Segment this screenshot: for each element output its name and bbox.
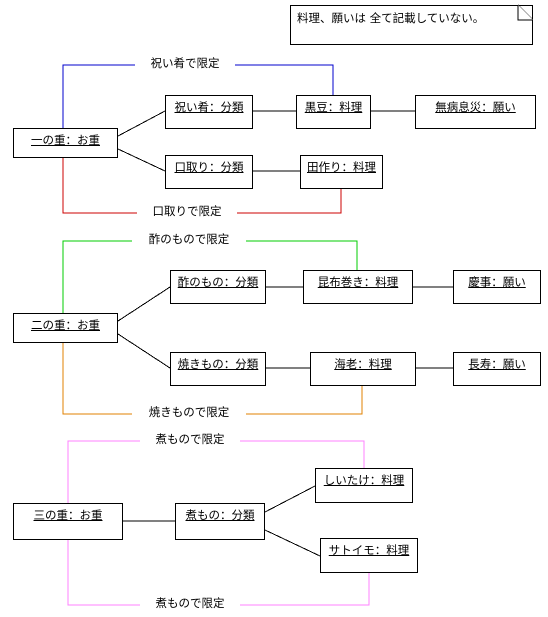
node-label: 慶事：願い <box>468 275 526 289</box>
note-box: 料理、願いは 全て記載していない。 <box>290 5 533 45</box>
node-tier3-dish-1[interactable]: サトイモ：料理 <box>320 538 418 573</box>
constraint-label-tier3-0: 煮もので限定 <box>140 433 240 446</box>
node-label: 無病息災：願い <box>435 100 516 114</box>
node-label: 一の重：お重 <box>31 133 100 147</box>
node-tier3-category-0[interactable]: 煮もの：分類 <box>175 503 265 540</box>
node-label: 海老：料理 <box>334 357 392 371</box>
node-tier1-root[interactable]: 一の重：お重 <box>13 128 118 158</box>
diagram-canvas: 料理、願いは 全て記載していない。 一の重：お重 祝い肴：分類 口取り：分類 黒… <box>0 0 548 617</box>
node-label: 焼きもの：分類 <box>177 357 259 371</box>
node-label: 二の重：お重 <box>31 318 100 332</box>
node-tier2-dish-0[interactable]: 昆布巻き：料理 <box>303 270 413 304</box>
node-tier1-dish-1[interactable]: 田作り：料理 <box>300 155 383 189</box>
node-tier2-category-0[interactable]: 酢のもの：分類 <box>170 270 266 304</box>
node-tier3-dish-0[interactable]: しいたけ：料理 <box>315 468 413 503</box>
node-label: 田作り：料理 <box>307 160 376 174</box>
node-tier2-root[interactable]: 二の重：お重 <box>13 313 118 343</box>
note-text: 料理、願いは 全て記載していない。 <box>297 11 485 25</box>
node-tier2-wish-1[interactable]: 長寿：願い <box>453 352 541 386</box>
node-label: 煮もの：分類 <box>185 508 255 522</box>
node-tier1-category-0[interactable]: 祝い肴：分類 <box>165 95 253 129</box>
node-tier2-wish-0[interactable]: 慶事：願い <box>453 270 541 304</box>
node-label: しいたけ：料理 <box>323 473 405 487</box>
constraint-label-tier2-0: 酢のもので限定 <box>132 233 246 246</box>
constraint-label-tier1-0: 祝い肴で限定 <box>135 57 235 70</box>
node-label: 祝い肴：分類 <box>174 100 244 114</box>
node-tier1-category-1[interactable]: 口取り：分類 <box>165 155 253 189</box>
node-label: 酢のもの：分類 <box>177 275 259 289</box>
node-label: 口取り：分類 <box>174 160 244 174</box>
node-label: 三の重：お重 <box>33 508 103 522</box>
node-tier2-dish-1[interactable]: 海老：料理 <box>310 352 416 386</box>
node-label: サトイモ：料理 <box>328 543 410 557</box>
node-label: 黒豆：料理 <box>304 100 363 114</box>
node-tier2-category-1[interactable]: 焼きもの：分類 <box>170 352 266 386</box>
constraint-label-tier1-1: 口取りで限定 <box>137 205 237 218</box>
constraint-label-tier2-1: 焼きもので限定 <box>132 406 246 419</box>
node-label: 昆布巻き：料理 <box>317 275 399 289</box>
node-tier1-wish-0[interactable]: 無病息災：願い <box>415 95 536 129</box>
node-tier1-dish-0[interactable]: 黒豆：料理 <box>296 95 371 129</box>
node-label: 長寿：願い <box>468 357 526 371</box>
node-tier3-root[interactable]: 三の重：お重 <box>13 503 123 540</box>
constraint-label-tier3-1: 煮もので限定 <box>140 597 240 610</box>
note-fold-icon <box>517 5 533 21</box>
